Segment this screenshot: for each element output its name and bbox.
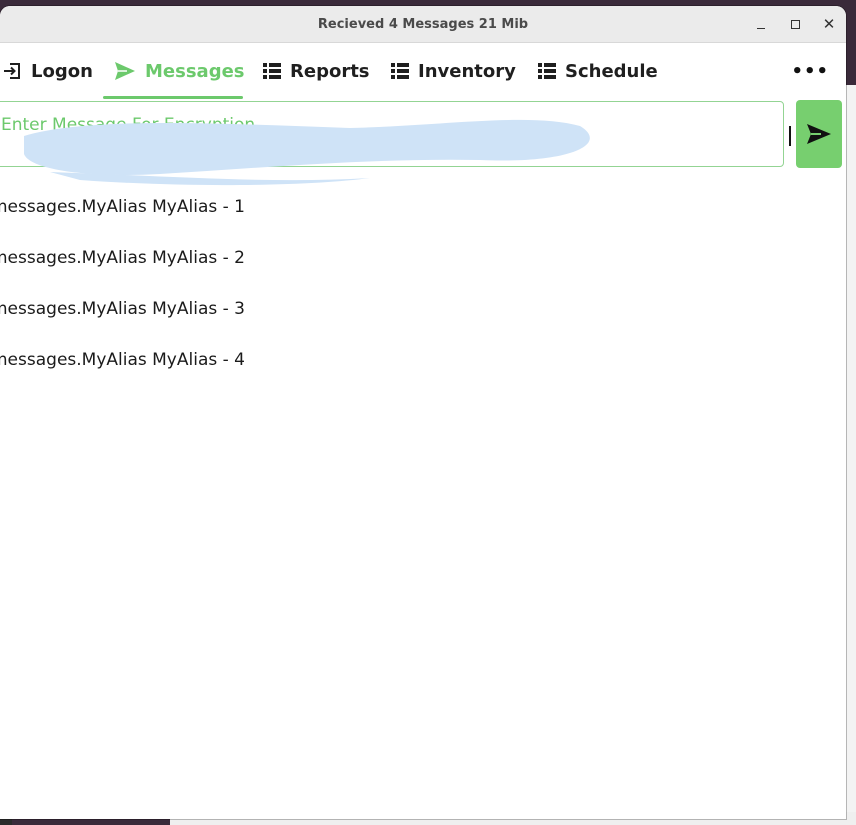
message-item[interactable]: messages.MyAlias MyAlias - 4 (0, 334, 771, 385)
minimize-icon (757, 27, 765, 29)
message-item[interactable]: messages.MyAlias MyAlias - 2 (0, 232, 771, 283)
active-tab-indicator (103, 96, 243, 99)
message-input[interactable]: Enter Message For Encryption (0, 101, 784, 167)
send-button[interactable] (796, 100, 842, 168)
window-title: Recieved 4 Messages 21 Mib (317, 16, 529, 32)
window-controls: ✕ (752, 6, 838, 42)
tab-logon[interactable]: Logon (2, 43, 93, 99)
tab-label: Logon (31, 60, 93, 82)
send-icon (807, 124, 831, 144)
list-icon (538, 63, 556, 79)
list-icon (263, 63, 281, 79)
app-window: Recieved 4 Messages 21 Mib ✕ Logon Messa… (0, 6, 846, 819)
maximize-icon (790, 19, 800, 29)
maximize-button[interactable] (786, 15, 804, 33)
login-icon (2, 61, 22, 81)
overflow-menu-button[interactable]: ••• (791, 61, 829, 82)
tab-label: Schedule (565, 60, 658, 82)
text-cursor (789, 126, 791, 146)
tab-label: Inventory (418, 60, 516, 82)
tab-label: Reports (290, 60, 370, 82)
minimize-button[interactable] (752, 15, 770, 33)
message-item[interactable]: messages.MyAlias MyAlias - 3 (0, 283, 771, 334)
message-list: messages.MyAlias MyAlias - 1 messages.My… (0, 181, 780, 385)
tab-bar: Logon Messages Reports Inventory Schedul… (0, 43, 846, 99)
message-item[interactable]: messages.MyAlias MyAlias - 1 (0, 181, 771, 232)
close-icon: ✕ (822, 14, 836, 33)
send-icon (114, 61, 136, 81)
list-icon (391, 63, 409, 79)
message-input-placeholder: Enter Message For Encryption (1, 115, 256, 135)
tab-schedule[interactable]: Schedule (538, 43, 658, 99)
tab-label: Messages (145, 60, 245, 82)
close-button[interactable]: ✕ (820, 15, 838, 33)
title-bar[interactable]: Recieved 4 Messages 21 Mib ✕ (0, 6, 846, 43)
tab-inventory[interactable]: Inventory (391, 43, 516, 99)
tab-messages[interactable]: Messages (114, 43, 245, 99)
tab-reports[interactable]: Reports (263, 43, 370, 99)
